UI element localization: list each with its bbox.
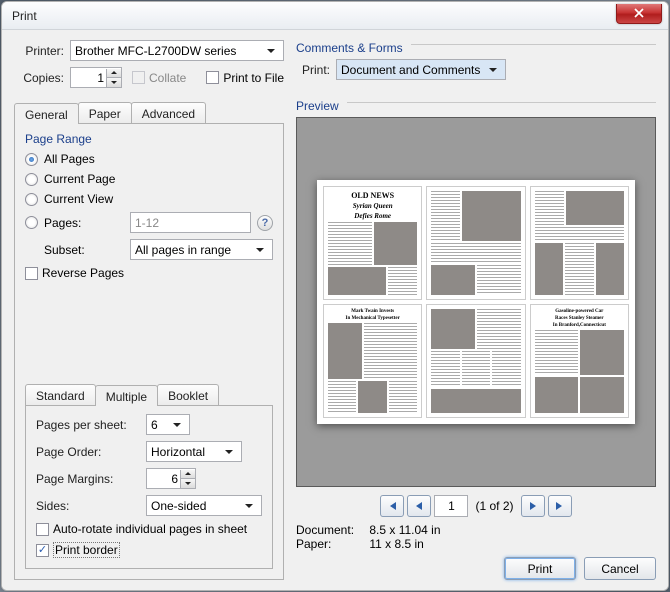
tab-multiple[interactable]: Multiple bbox=[95, 385, 158, 406]
chevron-down-icon bbox=[241, 498, 257, 514]
preview-page-1: OLD NEWS Syrian Queen Defies Rome bbox=[323, 186, 422, 300]
preview-sheet: OLD NEWS Syrian Queen Defies Rome bbox=[317, 180, 635, 424]
print-dialog: Print Printer: Brother MFC-L2700DW serie… bbox=[1, 1, 669, 591]
tab-general[interactable]: General bbox=[14, 103, 79, 124]
preview-page-6: Gasoline-powered Car Races Stanley Steam… bbox=[530, 304, 629, 418]
chevron-down-icon bbox=[485, 62, 501, 78]
footer-buttons: Print Cancel bbox=[296, 557, 656, 580]
help-icon[interactable]: ? bbox=[257, 215, 273, 231]
pages-input[interactable]: 1-12 bbox=[130, 212, 251, 233]
sides-dropdown[interactable]: One-sided bbox=[146, 495, 262, 516]
reverse-pages-label: Reverse Pages bbox=[42, 266, 124, 280]
pages-per-sheet-label: Pages per sheet: bbox=[36, 418, 146, 432]
next-page-button[interactable] bbox=[521, 495, 545, 517]
multiple-pane: Pages per sheet: 6 Page Order: Horizonta… bbox=[25, 405, 273, 569]
chevron-down-icon bbox=[252, 242, 268, 258]
next-page-icon bbox=[527, 500, 539, 512]
window-title: Print bbox=[12, 9, 37, 23]
comments-forms-title: Comments & Forms bbox=[296, 41, 403, 55]
cf-print-label: Print: bbox=[296, 63, 336, 77]
printer-label: Printer: bbox=[14, 44, 70, 58]
pages-per-sheet-dropdown[interactable]: 6 bbox=[146, 414, 190, 435]
close-icon bbox=[634, 8, 644, 18]
preview-page-5 bbox=[426, 304, 525, 418]
page-order-dropdown[interactable]: Horizontal bbox=[146, 441, 242, 462]
page-count-text: (1 of 2) bbox=[475, 499, 513, 513]
current-view-label: Current View bbox=[44, 192, 113, 206]
dialog-body: Printer: Brother MFC-L2700DW series Copi… bbox=[2, 30, 668, 590]
collate-checkbox bbox=[132, 71, 145, 84]
radio-current-view[interactable] bbox=[25, 193, 38, 206]
preview-pager: 1 (1 of 2) bbox=[296, 495, 656, 517]
close-button[interactable] bbox=[616, 4, 662, 24]
print-to-file-label: Print to File bbox=[223, 71, 284, 85]
preview-title: Preview bbox=[296, 99, 339, 113]
collate-label: Collate bbox=[149, 71, 186, 85]
reverse-pages-checkbox[interactable] bbox=[25, 267, 38, 280]
copies-stepper[interactable]: 1 bbox=[70, 67, 122, 88]
left-column: Printer: Brother MFC-L2700DW series Copi… bbox=[14, 40, 284, 580]
main-tabs: General Paper Advanced bbox=[14, 102, 284, 123]
page-margins-stepper[interactable]: 6 bbox=[146, 468, 196, 489]
print-border-label: Print border bbox=[53, 542, 120, 558]
prev-page-button[interactable] bbox=[407, 495, 431, 517]
print-border-checkbox[interactable] bbox=[36, 544, 49, 557]
right-column: Comments & Forms Print: Document and Com… bbox=[296, 40, 656, 580]
subset-dropdown[interactable]: All pages in range bbox=[130, 239, 273, 260]
first-page-icon bbox=[386, 500, 398, 512]
preview-page-2 bbox=[426, 186, 525, 300]
subset-label: Subset: bbox=[44, 243, 130, 257]
titlebar: Print bbox=[2, 2, 668, 30]
spin-up-icon bbox=[180, 470, 195, 479]
comments-forms-dropdown[interactable]: Document and Comments bbox=[336, 59, 506, 80]
radio-current-page[interactable] bbox=[25, 173, 38, 186]
page-margins-label: Page Margins: bbox=[36, 472, 146, 486]
printer-dropdown[interactable]: Brother MFC-L2700DW series bbox=[70, 40, 284, 61]
last-page-icon bbox=[554, 500, 566, 512]
tab-advanced[interactable]: Advanced bbox=[131, 102, 206, 123]
tab-paper[interactable]: Paper bbox=[78, 102, 132, 123]
tab-standard[interactable]: Standard bbox=[25, 384, 96, 405]
chevron-down-icon bbox=[169, 417, 185, 433]
print-button[interactable]: Print bbox=[504, 557, 576, 580]
sides-label: Sides: bbox=[36, 499, 146, 513]
chevron-down-icon bbox=[221, 444, 237, 460]
current-page-label: Current Page bbox=[44, 172, 115, 186]
radio-all-pages[interactable] bbox=[25, 153, 38, 166]
spin-down-icon bbox=[180, 479, 195, 488]
prev-page-icon bbox=[413, 500, 425, 512]
chevron-down-icon bbox=[263, 43, 279, 59]
pages-label: Pages: bbox=[44, 216, 130, 230]
document-size-row: Document: 8.5 x 11.04 in bbox=[296, 523, 656, 537]
first-page-button[interactable] bbox=[380, 495, 404, 517]
copies-label: Copies: bbox=[14, 71, 70, 85]
general-pane: Page Range All Pages Current Page Curren… bbox=[14, 123, 284, 580]
cancel-button[interactable]: Cancel bbox=[584, 557, 656, 580]
handling-tabs: Standard Multiple Booklet bbox=[25, 384, 273, 405]
page-range-title: Page Range bbox=[25, 132, 273, 146]
radio-pages[interactable] bbox=[25, 216, 38, 229]
page-number-input[interactable]: 1 bbox=[434, 495, 468, 517]
auto-rotate-label: Auto-rotate individual pages in sheet bbox=[53, 522, 247, 536]
last-page-button[interactable] bbox=[548, 495, 572, 517]
all-pages-label: All Pages bbox=[44, 152, 95, 166]
preview-page-4: Mark Twain Invests In Mechanical Typeset… bbox=[323, 304, 422, 418]
paper-size-row: Paper: 11 x 8.5 in bbox=[296, 537, 656, 551]
page-order-label: Page Order: bbox=[36, 445, 146, 459]
print-to-file-checkbox[interactable] bbox=[206, 71, 219, 84]
auto-rotate-checkbox[interactable] bbox=[36, 523, 49, 536]
tab-booklet[interactable]: Booklet bbox=[157, 384, 219, 405]
spin-up-icon bbox=[106, 69, 121, 78]
spin-down-icon bbox=[106, 78, 121, 87]
preview-area: OLD NEWS Syrian Queen Defies Rome bbox=[296, 117, 656, 487]
preview-page-3 bbox=[530, 186, 629, 300]
